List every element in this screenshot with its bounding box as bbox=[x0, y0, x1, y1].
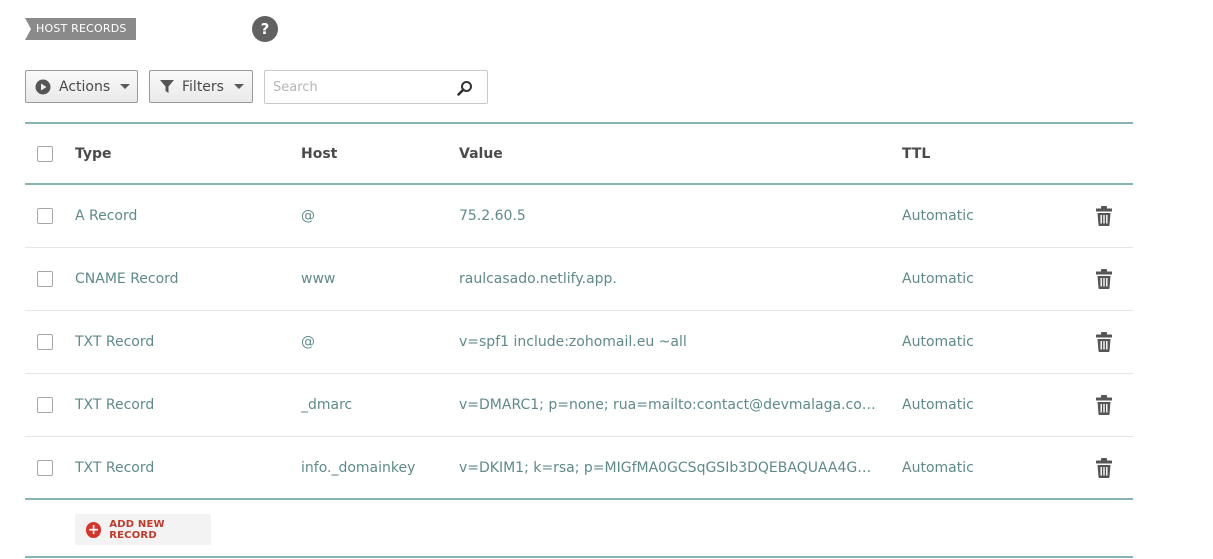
record-ttl: Automatic bbox=[902, 397, 974, 413]
trash-icon[interactable] bbox=[1096, 395, 1112, 415]
help-icon[interactable]: ? bbox=[252, 16, 278, 42]
record-ttl: Automatic bbox=[902, 334, 974, 350]
search-box bbox=[264, 70, 488, 104]
record-host: @ bbox=[301, 208, 315, 224]
record-ttl: Automatic bbox=[902, 459, 974, 476]
trash-icon[interactable] bbox=[1096, 206, 1112, 226]
section-title: HOST RECORDS bbox=[25, 18, 136, 40]
add-new-record-button[interactable]: + ADD NEW RECORD bbox=[75, 514, 211, 545]
record-type: TXT Record bbox=[75, 459, 155, 476]
funnel-icon bbox=[160, 79, 174, 93]
chevron-down-icon bbox=[233, 84, 244, 89]
trash-icon[interactable] bbox=[1096, 332, 1112, 352]
column-header-value[interactable]: Value bbox=[459, 124, 879, 183]
filters-button[interactable]: Filters bbox=[149, 70, 253, 103]
column-header-type[interactable]: Type bbox=[75, 124, 275, 183]
chevron-down-icon bbox=[120, 84, 131, 89]
row-checkbox[interactable] bbox=[37, 397, 53, 413]
actions-label: Actions bbox=[59, 78, 111, 95]
add-new-record-label: ADD NEW RECORD bbox=[109, 518, 165, 541]
select-all-checkbox[interactable] bbox=[37, 145, 53, 162]
record-host: _dmarc bbox=[301, 397, 353, 413]
record-value: raulcasado.netlify.app. bbox=[459, 271, 617, 287]
filters-label: Filters bbox=[182, 78, 224, 95]
record-type: CNAME Record bbox=[75, 271, 179, 287]
record-type: TXT Record bbox=[75, 397, 155, 413]
record-value: 75.2.60.5 bbox=[459, 208, 526, 224]
trash-icon[interactable] bbox=[1096, 269, 1112, 289]
host-records-table: Type Host Value TTL A Record @ 75.2.60.5… bbox=[25, 122, 1133, 558]
table-row[interactable]: TXT Record info._domainkey v=DKIM1; k=rs… bbox=[25, 437, 1133, 500]
plus-circle-icon: + bbox=[86, 521, 102, 538]
record-type: A Record bbox=[75, 208, 138, 224]
row-checkbox[interactable] bbox=[37, 459, 53, 476]
row-checkbox[interactable] bbox=[37, 271, 53, 287]
search-input[interactable] bbox=[265, 71, 445, 103]
record-ttl: Automatic bbox=[902, 271, 974, 287]
record-type: TXT Record bbox=[75, 334, 155, 350]
trash-icon[interactable] bbox=[1096, 457, 1112, 478]
table-row[interactable]: TXT Record _dmarc v=DMARC1; p=none; rua=… bbox=[25, 374, 1133, 437]
record-host: @ bbox=[301, 334, 315, 350]
actions-button[interactable]: Actions bbox=[25, 70, 138, 103]
column-header-host[interactable]: Host bbox=[301, 124, 451, 183]
add-record-area: + ADD NEW RECORD bbox=[25, 500, 1133, 558]
record-value: v=DMARC1; p=none; rua=mailto:contact@dev… bbox=[459, 397, 879, 413]
record-host: www bbox=[301, 271, 336, 287]
row-checkbox[interactable] bbox=[37, 334, 53, 350]
table-row[interactable]: CNAME Record www raulcasado.netlify.app.… bbox=[25, 248, 1133, 311]
record-value: v=DKIM1; k=rsa; p=MIGfMA0GCSqGSIb3DQEBAQ… bbox=[459, 459, 879, 476]
row-checkbox[interactable] bbox=[37, 208, 53, 224]
record-ttl: Automatic bbox=[902, 208, 974, 224]
search-icon[interactable] bbox=[457, 80, 473, 96]
table-row[interactable]: A Record @ 75.2.60.5 Automatic bbox=[25, 185, 1133, 248]
table-row[interactable]: TXT Record @ v=spf1 include:zohomail.eu … bbox=[25, 311, 1133, 374]
record-value: v=spf1 include:zohomail.eu ~all bbox=[459, 334, 687, 350]
table-header: Type Host Value TTL bbox=[25, 124, 1133, 185]
record-host: info._domainkey bbox=[301, 459, 416, 476]
column-header-ttl[interactable]: TTL bbox=[902, 124, 1052, 183]
play-circle-icon bbox=[35, 79, 51, 94]
